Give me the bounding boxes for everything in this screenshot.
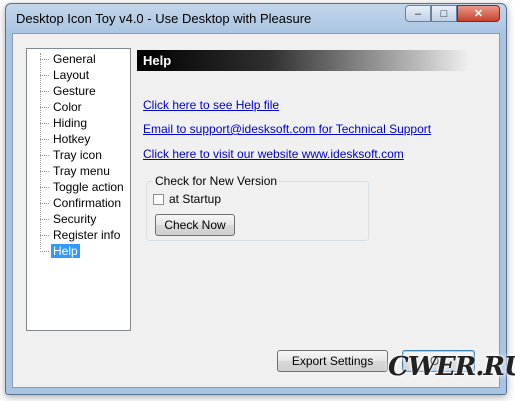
tree-item-gesture[interactable]: Gesture bbox=[27, 83, 130, 99]
startup-checkbox-row[interactable]: at Startup bbox=[153, 192, 221, 206]
tree-item-register-info[interactable]: Register info bbox=[27, 227, 130, 243]
tree-item-help[interactable]: Help bbox=[27, 243, 130, 259]
tree-item-label: Security bbox=[53, 212, 97, 226]
settings-tree[interactable]: General Layout Gesture Color Hiding Hotkey Tra… bbox=[26, 48, 131, 331]
tree-item-label: Tray menu bbox=[53, 164, 110, 178]
tree-item-label: Gesture bbox=[53, 84, 96, 98]
tree-item-label: General bbox=[53, 52, 96, 66]
cwer-watermark: CWER.RU bbox=[388, 352, 515, 382]
window-title: Desktop Icon Toy v4.0 - Use Desktop with… bbox=[16, 11, 312, 26]
tree-item-label: Hiding bbox=[53, 116, 88, 130]
minimize-button[interactable]: – bbox=[405, 5, 431, 22]
tree-item-layout[interactable]: Layout bbox=[27, 67, 130, 83]
tree-item-label: Confirmation bbox=[53, 196, 122, 210]
tree-item-label: Hotkey bbox=[53, 132, 91, 146]
website-link[interactable]: Click here to visit our website www.ides… bbox=[143, 147, 404, 161]
tree-item-tray-menu[interactable]: Tray menu bbox=[27, 163, 130, 179]
help-file-link[interactable]: Click here to see Help file bbox=[143, 98, 279, 112]
email-support-link[interactable]: Email to support@idesksoft.com for Techn… bbox=[143, 122, 431, 136]
tree-item-label: Color bbox=[53, 100, 82, 114]
tree-item-hotkey[interactable]: Hotkey bbox=[27, 131, 130, 147]
tree-item-color[interactable]: Color bbox=[27, 99, 130, 115]
check-version-group: Check for New Version at Startup Check N… bbox=[146, 174, 369, 241]
tree-item-label: Tray icon bbox=[53, 148, 102, 162]
tree-item-security[interactable]: Security bbox=[27, 211, 130, 227]
tree-item-confirmation[interactable]: Confirmation bbox=[27, 195, 130, 211]
tree-item-general[interactable]: General bbox=[27, 51, 130, 67]
check-version-legend: Check for New Version bbox=[153, 174, 280, 188]
close-button[interactable]: ✕ bbox=[457, 5, 500, 22]
tree-item-tray-icon[interactable]: Tray icon bbox=[27, 147, 130, 163]
startup-label: at Startup bbox=[169, 192, 222, 206]
check-now-button[interactable]: Check Now bbox=[155, 214, 235, 236]
tree-item-label: Layout bbox=[53, 68, 90, 82]
tree-item-label: Toggle action bbox=[53, 180, 124, 194]
tree-item-hiding[interactable]: Hiding bbox=[27, 115, 130, 131]
tree-item-toggle-action[interactable]: Toggle action bbox=[27, 179, 130, 195]
tree-item-label: Help bbox=[51, 244, 80, 258]
dialog-client-area: General Layout Gesture Color Hiding Hotkey Tra… bbox=[12, 33, 500, 388]
maximize-button[interactable]: □ bbox=[431, 5, 457, 22]
startup-checkbox[interactable] bbox=[153, 193, 164, 205]
tree-item-label: Register info bbox=[53, 228, 121, 242]
app-window: Desktop Icon Toy v4.0 - Use Desktop with… bbox=[5, 3, 507, 395]
export-settings-button[interactable]: Export Settings bbox=[277, 350, 388, 372]
caption-buttons: – □ ✕ bbox=[405, 5, 500, 22]
panel-header: Help bbox=[137, 50, 469, 71]
